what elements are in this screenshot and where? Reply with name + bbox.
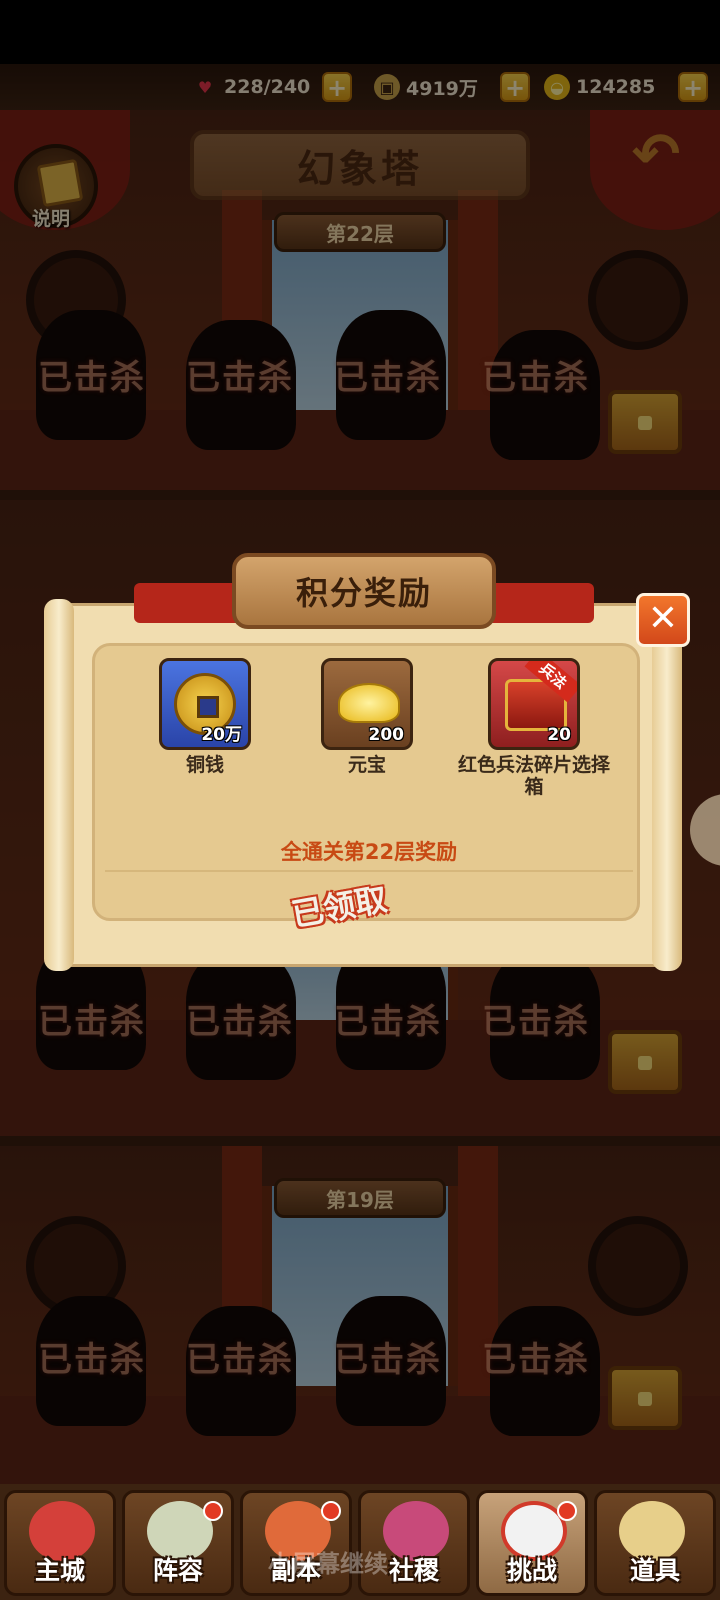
bottom-nav: 主城 阵容 副本 社稷 挑战 道具 [0, 1484, 720, 1600]
notification-dot [203, 1501, 223, 1521]
reward-qty: 20 [547, 725, 571, 745]
gold-ingot-icon [338, 683, 400, 723]
reward-item[interactable]: 20万 铜钱 [125, 658, 285, 776]
reward-name: 红色兵法碎片选择箱 [457, 754, 610, 798]
reward-item[interactable]: 兵法 20 红色兵法碎片选择箱 [449, 658, 619, 798]
tab-label: 挑战 [506, 1556, 557, 1585]
tower-scene: 已击杀 已击杀 已击杀 已击杀 已击杀 已击杀 已击杀 已击杀 已击杀 已击杀 … [0, 64, 720, 1600]
tab-label: 阵容 [152, 1556, 203, 1585]
reward-panel: 20万 铜钱 200 元宝 兵法 20 红色兵法碎片选择箱 全通关第22层奖励 … [92, 643, 640, 934]
notification-dot [557, 1501, 577, 1521]
reward-dialog: 积分奖励 ✕ 20万 铜钱 200 元宝 兵法 20 红色兵法碎片选择箱 全通关… [44, 553, 690, 971]
reward-tile: 200 [321, 658, 413, 750]
overlay-watermark: 小屏幕继续 [268, 1550, 388, 1578]
tab-main-city[interactable]: 主城 [4, 1490, 116, 1596]
reward-name: 元宝 [347, 754, 386, 776]
dialog-title: 积分奖励 [232, 553, 496, 629]
divider [105, 870, 633, 872]
tab-label: 道具 [629, 1556, 680, 1585]
reward-tile: 20万 [159, 658, 251, 750]
notification-dot [321, 1501, 341, 1521]
tab-dungeon[interactable]: 副本 [240, 1490, 352, 1596]
reward-tile: 兵法 20 [488, 658, 580, 750]
tab-challenge[interactable]: 挑战 [476, 1490, 588, 1596]
reward-name: 铜钱 [185, 754, 224, 776]
clear-reward-text: 全通关第22层奖励 [280, 840, 458, 864]
reward-item[interactable]: 200 元宝 [287, 658, 447, 776]
reward-qty: 200 [368, 725, 405, 745]
tab-lineup[interactable]: 阵容 [122, 1490, 234, 1596]
status-bar [0, 0, 720, 64]
tab-state[interactable]: 社稷 [358, 1490, 470, 1596]
tab-items[interactable]: 道具 [594, 1490, 716, 1596]
reward-qty: 20万 [201, 725, 242, 745]
close-button[interactable]: ✕ [636, 593, 690, 647]
tab-label: 主城 [34, 1556, 85, 1585]
